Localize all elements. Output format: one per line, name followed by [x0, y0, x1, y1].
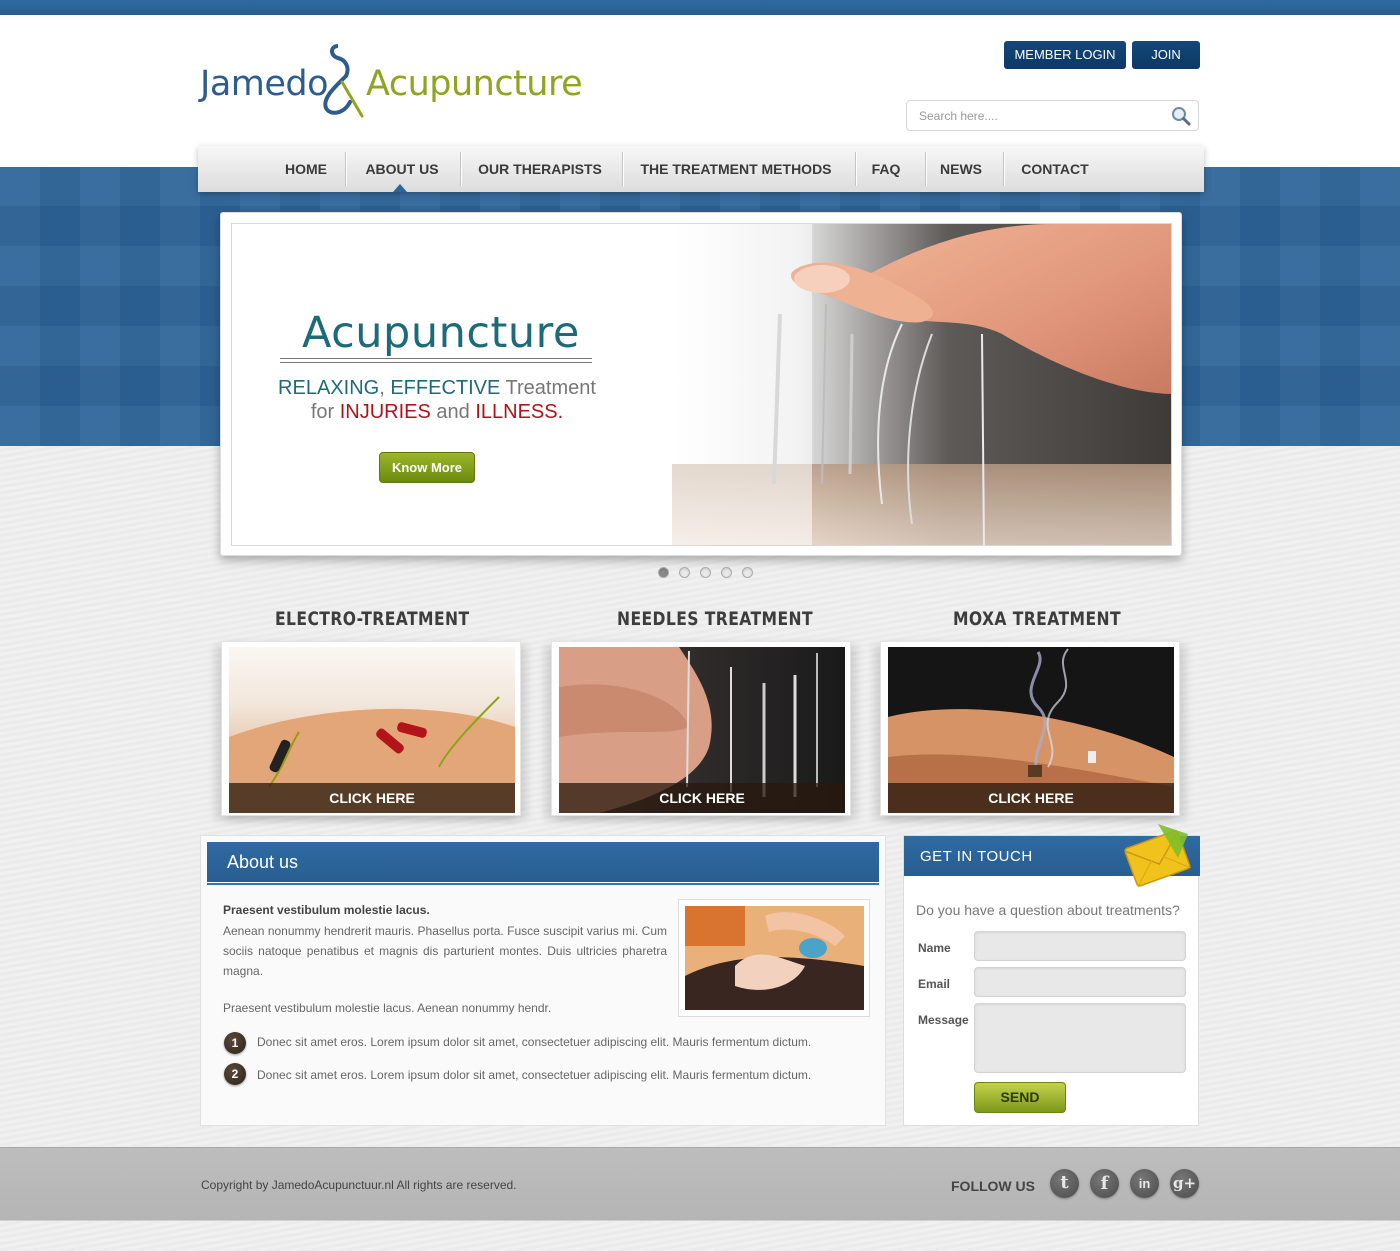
- facebook-icon[interactable]: f: [1090, 1169, 1119, 1198]
- electro-treatment-image: CLICK HERE: [229, 647, 515, 813]
- join-button[interactable]: JOIN: [1132, 41, 1200, 69]
- tag-treatment: Treatment: [505, 377, 596, 399]
- about-section: About us Praesent vestibulum molestie la…: [200, 835, 886, 1126]
- hero-title-underline: [280, 358, 592, 359]
- hero-acupuncture-photo: [672, 224, 1171, 545]
- about-photo: [678, 899, 870, 1017]
- about-treatment-photo: [685, 906, 864, 1010]
- logo-text-jamedo: Jamedo: [200, 64, 329, 104]
- treatment-card-electro[interactable]: CLICK HERE: [221, 641, 521, 816]
- message-field[interactable]: [974, 1003, 1186, 1073]
- needles-treatment-image: CLICK HERE: [559, 647, 845, 813]
- nav-item-home[interactable]: HOME: [280, 146, 332, 192]
- tag-for: for: [310, 401, 335, 423]
- nav-item-treatment-methods[interactable]: THE TREATMENT METHODS: [636, 146, 836, 192]
- nav-item-faq[interactable]: FAQ: [868, 146, 904, 192]
- main-nav: HOME ABOUT US OUR THERAPISTS THE TREATME…: [198, 146, 1204, 192]
- list-number-1: 1: [224, 1032, 246, 1054]
- footer: Copyright by JamedoAcupunctuur.nl All ri…: [0, 1147, 1400, 1220]
- linkedin-icon[interactable]: in: [1130, 1169, 1159, 1198]
- contact-question: Do you have a question about treatments?: [916, 902, 1180, 918]
- slider-dot-1[interactable]: [658, 567, 669, 578]
- hero-slider: Acupuncture RELAXING, EFFECTIVE Treatmen…: [220, 212, 1182, 556]
- nav-active-indicator: [393, 184, 407, 192]
- nav-item-news[interactable]: NEWS: [938, 146, 984, 192]
- treatment-card-needles[interactable]: CLICK HERE: [551, 641, 851, 816]
- search-icon[interactable]: [1170, 105, 1192, 127]
- nav-divider: [925, 152, 926, 186]
- tag-illness: ILLNESS.: [475, 401, 564, 423]
- treatment-card-moxa[interactable]: CLICK HERE: [880, 641, 1180, 816]
- needles-click-here-button[interactable]: CLICK HERE: [559, 783, 845, 813]
- follow-us-label: FOLLOW US: [951, 1178, 1035, 1194]
- treatment-title-needles: NEEDLES TREATMENT: [617, 608, 814, 630]
- logo-mark-icon: [323, 44, 364, 118]
- copyright-text: Copyright by JamedoAcupunctuur.nl All ri…: [201, 1178, 517, 1192]
- logo[interactable]: Jamedo Acupuncture: [200, 40, 583, 120]
- name-label: Name: [918, 941, 951, 955]
- slider-dot-3[interactable]: [700, 567, 711, 578]
- moxa-click-here-button[interactable]: CLICK HERE: [888, 783, 1174, 813]
- nav-divider: [622, 152, 623, 186]
- nav-divider: [345, 152, 346, 186]
- slider-dot-2[interactable]: [679, 567, 690, 578]
- search-box: [906, 100, 1199, 131]
- nav-item-contact[interactable]: CONTACT: [1018, 146, 1092, 192]
- search-input[interactable]: [919, 109, 1159, 123]
- hero-slide: Acupuncture RELAXING, EFFECTIVE Treatmen…: [231, 223, 1172, 546]
- moxa-treatment-image: CLICK HERE: [888, 647, 1174, 813]
- nav-divider: [855, 152, 856, 186]
- email-label: Email: [918, 977, 951, 991]
- email-field[interactable]: [974, 967, 1186, 997]
- about-lead: Praesent vestibulum molestie lacus.: [223, 903, 430, 917]
- about-paragraph-2: Praesent vestibulum molestie lacus. Aene…: [223, 1001, 552, 1015]
- electro-click-here-button[interactable]: CLICK HERE: [229, 783, 515, 813]
- tag-injuries: INJURIES: [339, 401, 431, 423]
- footer-bottom-strip: [0, 1220, 1400, 1251]
- hero-title-underline: [280, 362, 592, 363]
- top-strip: [0, 0, 1400, 15]
- google-plus-icon[interactable]: g+: [1170, 1169, 1199, 1198]
- message-label: Message: [918, 1013, 969, 1027]
- send-button[interactable]: SEND: [974, 1082, 1066, 1113]
- slider-dot-4[interactable]: [721, 567, 732, 578]
- tag-comma: ,: [379, 377, 385, 399]
- twitter-icon[interactable]: t: [1050, 1169, 1079, 1198]
- name-field[interactable]: [974, 931, 1186, 961]
- envelope-icon: [1124, 824, 1191, 888]
- hero-title: Acupuncture: [302, 308, 580, 358]
- logo-text-acupuncture: Acupuncture: [366, 64, 583, 104]
- about-heading: About us: [207, 842, 879, 885]
- know-more-button[interactable]: Know More: [379, 452, 475, 483]
- treatment-title-moxa: MOXA TREATMENT: [953, 608, 1121, 630]
- list-item-1-text: Donec sit amet eros. Lorem ipsum dolor s…: [257, 1035, 812, 1049]
- tag-effective: EFFECTIVE: [390, 377, 501, 399]
- about-paragraph-1: Aenean nonummy hendrerit mauris. Phasell…: [223, 924, 667, 978]
- treatment-title-electro: ELECTRO-TREATMENT: [275, 608, 470, 630]
- tag-relaxing: RELAXING: [278, 377, 380, 399]
- nav-item-our-therapists[interactable]: OUR THERAPISTS: [474, 146, 606, 192]
- hero-tagline: RELAXING, EFFECTIVE Treatment for INJURI…: [262, 376, 612, 424]
- list-item-2-text: Donec sit amet eros. Lorem ipsum dolor s…: [257, 1068, 812, 1082]
- slider-dot-5[interactable]: [742, 567, 753, 578]
- member-login-button[interactable]: MEMBER LOGIN: [1004, 41, 1126, 69]
- nav-divider: [460, 152, 461, 186]
- tag-and: and: [436, 401, 470, 423]
- list-number-2: 2: [224, 1063, 246, 1085]
- contact-section: GET IN TOUCH Do you have a question abou…: [903, 824, 1200, 1126]
- nav-divider: [1003, 152, 1004, 186]
